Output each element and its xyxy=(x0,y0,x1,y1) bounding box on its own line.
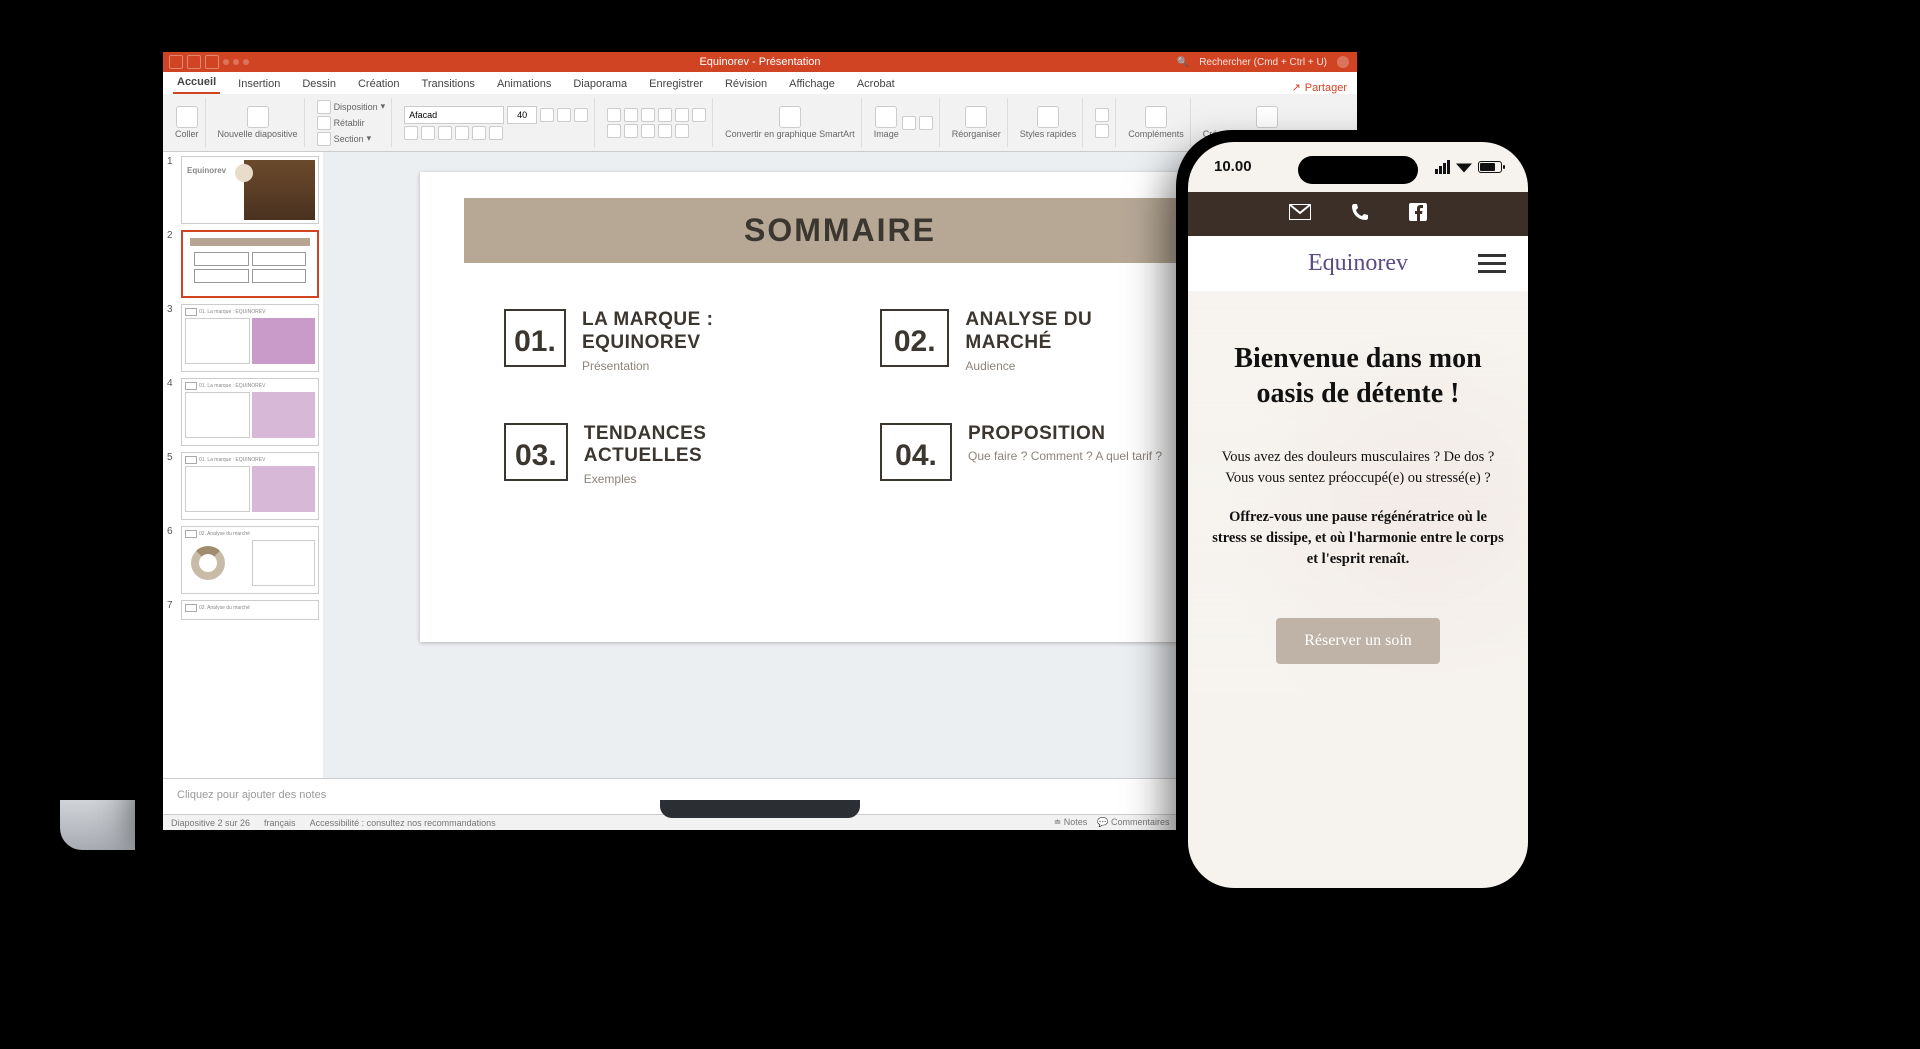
font-color-icon[interactable] xyxy=(489,126,503,140)
slide-thumb[interactable]: 02. Analyse du marché xyxy=(181,526,319,594)
slide-thumb[interactable] xyxy=(181,230,319,298)
hero-title: Bienvenue dans mon oasis de détente ! xyxy=(1212,341,1504,411)
highlight-icon[interactable] xyxy=(472,126,486,140)
status-time: 10.00 xyxy=(1214,158,1252,175)
image-button[interactable]: Image xyxy=(874,106,899,139)
phone-screen: 10.00 Equinorev Bienvenue dans mon oasis… xyxy=(1188,142,1528,888)
underline-icon[interactable] xyxy=(438,126,452,140)
tab-transitions[interactable]: Transitions xyxy=(418,74,479,94)
phone-device: 10.00 Equinorev Bienvenue dans mon oasis… xyxy=(1176,130,1540,900)
toc-item: 02. ANALYSE DU MARCHÉAudience xyxy=(880,309,1176,373)
tab-accueil[interactable]: Accueil xyxy=(173,72,220,94)
shape-outline-icon[interactable] xyxy=(1095,124,1109,138)
clear-format-icon[interactable] xyxy=(574,108,588,122)
arrange-button[interactable]: Réorganiser xyxy=(952,106,1001,139)
slide-thumb[interactable]: 01. La marque : EQUINOREV xyxy=(181,378,319,446)
reset-button[interactable]: Rétablir xyxy=(317,116,386,130)
ribbon-tabs: Accueil Insertion Dessin Création Transi… xyxy=(163,72,1357,94)
slide-counter: Diapositive 2 sur 26 xyxy=(171,818,250,828)
italic-icon[interactable] xyxy=(421,126,435,140)
search-field[interactable]: Rechercher (Cmd + Ctrl + U) xyxy=(1199,57,1327,68)
tab-animations[interactable]: Animations xyxy=(493,74,555,94)
phone-notch xyxy=(1298,156,1418,184)
status-accessibility[interactable]: Accessibilité : consultez nos recommanda… xyxy=(310,818,496,828)
font-family-select[interactable] xyxy=(404,106,504,124)
ribbon: Coller Nouvelle diapositive Disposition … xyxy=(163,94,1357,152)
current-slide[interactable]: SOMMAIRE 01. LA MARQUE : EQUINOREVPrésen… xyxy=(420,172,1260,642)
undo-icon[interactable] xyxy=(205,55,219,69)
site-logo[interactable]: Equinorev xyxy=(1308,250,1408,277)
window-titlebar: Equinorev - Présentation 🔍 Rechercher (C… xyxy=(163,52,1357,72)
numbering-icon[interactable] xyxy=(624,108,638,122)
shape-fill-icon[interactable] xyxy=(1095,108,1109,122)
hero-section: Bienvenue dans mon oasis de détente ! Vo… xyxy=(1188,291,1528,694)
mail-icon[interactable] xyxy=(1289,204,1311,225)
increase-font-icon[interactable] xyxy=(540,108,554,122)
toc-item: 04. PROPOSITIONQue faire ? Comment ? A q… xyxy=(880,423,1176,487)
share-button[interactable]: ↗ Partager xyxy=(1292,81,1347,94)
tab-dessin[interactable]: Dessin xyxy=(298,74,340,94)
align-left-icon[interactable] xyxy=(607,124,621,138)
comments-toggle[interactable]: 💬 Commentaires xyxy=(1097,817,1169,828)
document-title: Equinorev - Présentation xyxy=(699,56,820,68)
hero-text: Vous avez des douleurs musculaires ? De … xyxy=(1212,447,1504,489)
site-topbar xyxy=(1188,192,1528,236)
indent-inc-icon[interactable] xyxy=(658,108,672,122)
align-center-icon[interactable] xyxy=(624,124,638,138)
hero-text-bold: Offrez-vous une pause régénératrice où l… xyxy=(1212,507,1504,570)
site-header: Equinorev xyxy=(1188,236,1528,291)
toc-item: 03. TENDANCES ACTUELLESExemples xyxy=(504,423,800,487)
bold-icon[interactable] xyxy=(404,126,418,140)
battery-icon xyxy=(1478,161,1502,173)
font-size-select[interactable] xyxy=(507,106,537,124)
titlebar-left xyxy=(163,55,249,69)
textbox-icon[interactable] xyxy=(919,116,933,130)
facebook-icon[interactable] xyxy=(1409,203,1427,226)
toc-item: 01. LA MARQUE : EQUINOREVPrésentation xyxy=(504,309,800,373)
slide-thumb[interactable]: 02. Analyse du marché xyxy=(181,600,319,620)
tab-diaporama[interactable]: Diaporama xyxy=(569,74,631,94)
cta-button[interactable]: Réserver un soin xyxy=(1276,618,1440,664)
tab-insertion[interactable]: Insertion xyxy=(234,74,284,94)
text-direction-icon[interactable] xyxy=(692,108,706,122)
decrease-font-icon[interactable] xyxy=(557,108,571,122)
phone-icon[interactable] xyxy=(1351,203,1369,226)
align-right-icon[interactable] xyxy=(641,124,655,138)
tab-acrobat[interactable]: Acrobat xyxy=(853,74,899,94)
save-icon[interactable] xyxy=(187,55,201,69)
layout-button[interactable]: Disposition ▾ xyxy=(317,100,386,114)
status-lang: français xyxy=(264,818,296,828)
signal-icon xyxy=(1435,160,1450,174)
notes-toggle[interactable]: ≐ Notes xyxy=(1054,817,1088,828)
tab-affichage[interactable]: Affichage xyxy=(785,74,839,94)
home-icon[interactable] xyxy=(169,55,183,69)
shapes-icon[interactable] xyxy=(902,116,916,130)
wifi-icon xyxy=(1456,161,1472,173)
tab-enregistrer[interactable]: Enregistrer xyxy=(645,74,707,94)
addins-button[interactable]: Compléments xyxy=(1128,106,1184,139)
strike-icon[interactable] xyxy=(455,126,469,140)
columns-icon[interactable] xyxy=(675,124,689,138)
smartart-button[interactable]: Convertir en graphique SmartArt xyxy=(725,106,855,139)
justify-icon[interactable] xyxy=(658,124,672,138)
indent-dec-icon[interactable] xyxy=(641,108,655,122)
line-spacing-icon[interactable] xyxy=(675,108,689,122)
slide-thumbnail-panel: 1 Equinorev 2 3 01. La marque : EQUINORE… xyxy=(163,152,323,778)
menu-icon[interactable] xyxy=(1478,254,1506,273)
quick-styles-button[interactable]: Styles rapides xyxy=(1020,106,1077,139)
slide-thumb[interactable]: Equinorev xyxy=(181,156,319,224)
paste-button[interactable]: Coller xyxy=(175,106,199,139)
tab-creation[interactable]: Création xyxy=(354,74,404,94)
avatar[interactable] xyxy=(1337,56,1349,68)
new-slide-button[interactable]: Nouvelle diapositive xyxy=(218,106,298,139)
slide-thumb[interactable]: 01. La marque : EQUINOREV xyxy=(181,452,319,520)
slide-title: SOMMAIRE xyxy=(464,198,1216,263)
slide-thumb[interactable]: 01. La marque : EQUINOREV xyxy=(181,304,319,372)
tab-revision[interactable]: Révision xyxy=(721,74,771,94)
toc-grid: 01. LA MARQUE : EQUINOREVPrésentation 02… xyxy=(464,263,1216,486)
bullets-icon[interactable] xyxy=(607,108,621,122)
section-button[interactable]: Section ▾ xyxy=(317,132,386,146)
